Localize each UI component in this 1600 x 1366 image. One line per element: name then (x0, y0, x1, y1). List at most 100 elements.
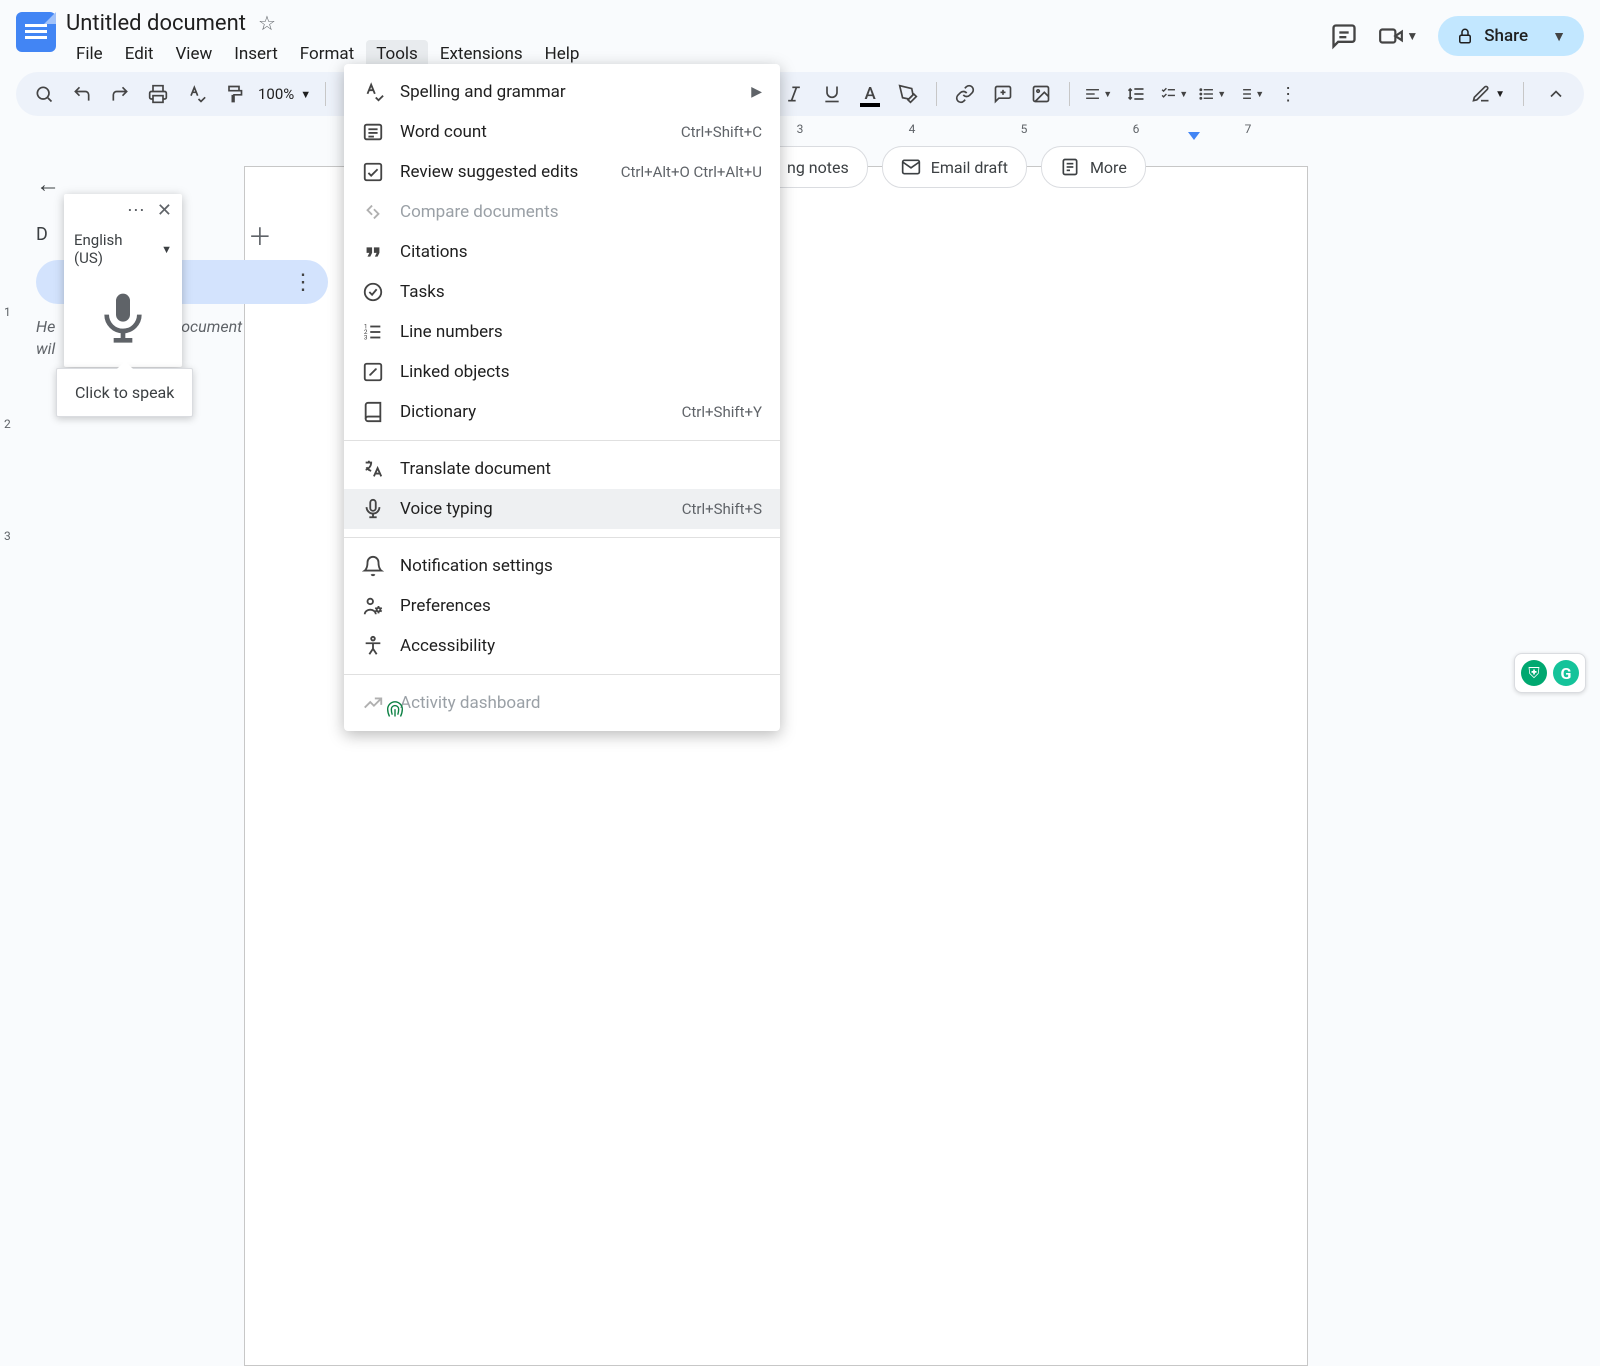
tools-menu-linked[interactable]: Linked objects (344, 352, 780, 392)
title-block: Untitled document ☆ File Edit View Inser… (66, 8, 1330, 68)
vruler-number: 3 (4, 529, 11, 543)
zoom-select[interactable]: 100%▼ (258, 85, 311, 103)
tools-menu-tasks[interactable]: Tasks (344, 272, 780, 312)
voice-language-select[interactable]: English (US) ▼ (64, 227, 182, 271)
menu-shortcut: Ctrl+Shift+S (682, 500, 762, 518)
highlight-icon[interactable] (894, 80, 922, 108)
spellcheck-icon[interactable] (182, 80, 210, 108)
menu-edit[interactable]: Edit (115, 40, 164, 68)
ruler-number: 5 (1021, 122, 1028, 136)
more-options-icon[interactable]: ⋮ (292, 270, 314, 295)
tools-menu-translate[interactable]: Translate document (344, 449, 780, 489)
toolbar: 100%▼ A ▼ ▼ ▼ ▼ ⋮ ▼ (16, 72, 1584, 116)
tools-menu-review[interactable]: Review suggested editsCtrl+Alt+O Ctrl+Al… (344, 152, 780, 192)
grammarly-icon[interactable]: G (1553, 660, 1579, 686)
star-icon[interactable]: ☆ (258, 11, 276, 35)
align-icon[interactable]: ▼ (1084, 80, 1112, 108)
menu-item-label: Activity dashboard (400, 693, 541, 713)
undo-icon[interactable] (68, 80, 96, 108)
line-spacing-icon[interactable] (1122, 80, 1150, 108)
app-header: Untitled document ☆ File Edit View Inser… (0, 0, 1600, 68)
text-color-icon[interactable]: A (856, 80, 884, 108)
chip-label: Email draft (931, 158, 1008, 177)
add-comment-icon[interactable] (989, 80, 1017, 108)
vertical-ruler[interactable]: 1 2 3 (0, 142, 22, 741)
editing-mode-button[interactable]: ▼ (1471, 84, 1505, 104)
ruler-right-indent-marker[interactable] (1188, 132, 1200, 140)
numbered-list-icon[interactable]: ▼ (1236, 80, 1264, 108)
menu-item-label: Line numbers (400, 322, 503, 342)
collapse-toolbar-icon[interactable] (1542, 80, 1570, 108)
menu-item-label: Preferences (400, 596, 491, 616)
checklist-icon[interactable]: ▼ (1160, 80, 1188, 108)
tools-menu-wordcount[interactable]: Word countCtrl+Shift+C (344, 112, 780, 152)
menu-view[interactable]: View (165, 40, 222, 68)
close-icon[interactable]: ✕ (157, 200, 172, 221)
voice-typing-widget[interactable]: ⋯ ✕ English (US) ▼ (64, 194, 182, 367)
submenu-arrow-icon: ▶ (751, 84, 762, 100)
dropdown-caret-icon: ▼ (300, 88, 311, 101)
document-title[interactable]: Untitled document (66, 11, 246, 36)
link-icon[interactable] (951, 80, 979, 108)
menu-shortcut: Ctrl+Shift+Y (682, 403, 762, 421)
menu-item-label: Accessibility (400, 636, 495, 656)
horizontal-ruler[interactable]: 3 4 5 6 7 (0, 120, 1600, 142)
meet-button[interactable]: ▼ (1378, 23, 1418, 49)
menu-divider (344, 537, 780, 538)
tools-menu-voice[interactable]: Voice typing Ctrl+Shift+S (344, 489, 780, 529)
tools-menu-prefs[interactable]: Preferences (344, 586, 780, 626)
insert-image-icon[interactable] (1027, 80, 1055, 108)
print-icon[interactable] (144, 80, 172, 108)
search-icon[interactable] (30, 80, 58, 108)
tools-menu-notif[interactable]: Notification settings (344, 546, 780, 586)
italic-icon[interactable] (780, 80, 808, 108)
tools-menu-spelling[interactable]: Spelling and grammar▶ (344, 72, 780, 112)
menu-item-label: Linked objects (400, 362, 510, 382)
menu-file[interactable]: File (66, 40, 113, 68)
microphone-button[interactable] (64, 271, 182, 367)
dropdown-caret-icon: ▼ (1406, 29, 1418, 43)
outline-tab-label[interactable]: D (36, 224, 48, 245)
share-button[interactable]: Share ▼ (1438, 16, 1584, 56)
tools-menu-dict[interactable]: DictionaryCtrl+Shift+Y (344, 392, 780, 432)
wordcount-icon (362, 121, 384, 143)
menu-item-label: Compare documents (400, 202, 559, 222)
chip-meeting-notes[interactable]: ng notes (778, 146, 868, 188)
menu-item-label: Citations (400, 242, 468, 262)
tools-menu-linenum[interactable]: 123Line numbers (344, 312, 780, 352)
header-actions: ▼ Share ▼ (1330, 16, 1584, 56)
docs-logo-icon[interactable] (16, 12, 56, 52)
a11y-icon (362, 635, 384, 657)
tools-menu-a11y[interactable]: Accessibility (344, 626, 780, 666)
grammarly-shield-icon[interactable]: ⛨ (1521, 660, 1547, 686)
tools-menu-activity: Activity dashboard (344, 683, 780, 723)
chip-email-draft[interactable]: Email draft (882, 146, 1027, 188)
lock-icon (1456, 27, 1474, 45)
microphone-icon (95, 289, 151, 345)
share-dropdown-icon[interactable]: ▼ (1538, 28, 1580, 45)
chip-label: ng notes (787, 158, 849, 177)
redo-icon[interactable] (106, 80, 134, 108)
paint-format-icon[interactable] (220, 80, 248, 108)
menu-item-label: Translate document (400, 459, 551, 479)
chip-more[interactable]: More (1041, 146, 1146, 188)
menu-insert[interactable]: Insert (224, 40, 288, 68)
share-label: Share (1484, 26, 1528, 46)
activity-icon (362, 692, 384, 714)
menu-item-label: Voice typing (400, 499, 493, 519)
tools-menu-citations[interactable]: Citations (344, 232, 780, 272)
bulleted-list-icon[interactable]: ▼ (1198, 80, 1226, 108)
voice-language-label: English (US) (74, 231, 155, 267)
more-dots-icon[interactable]: ⋯ (127, 200, 145, 221)
more-toolbar-icon[interactable]: ⋮ (1274, 80, 1302, 108)
add-tab-icon[interactable]: ＋ (248, 217, 272, 252)
vruler-number: 2 (4, 417, 11, 431)
menu-shortcut: Ctrl+Alt+O Ctrl+Alt+U (621, 163, 762, 181)
comments-icon[interactable] (1330, 22, 1358, 50)
underline-icon[interactable] (818, 80, 846, 108)
citations-icon (362, 241, 384, 263)
compare-icon (362, 201, 384, 223)
voice-tooltip: Click to speak (56, 368, 193, 417)
extension-badges[interactable]: ⛨ G (1514, 653, 1586, 693)
translate-icon (362, 458, 384, 480)
